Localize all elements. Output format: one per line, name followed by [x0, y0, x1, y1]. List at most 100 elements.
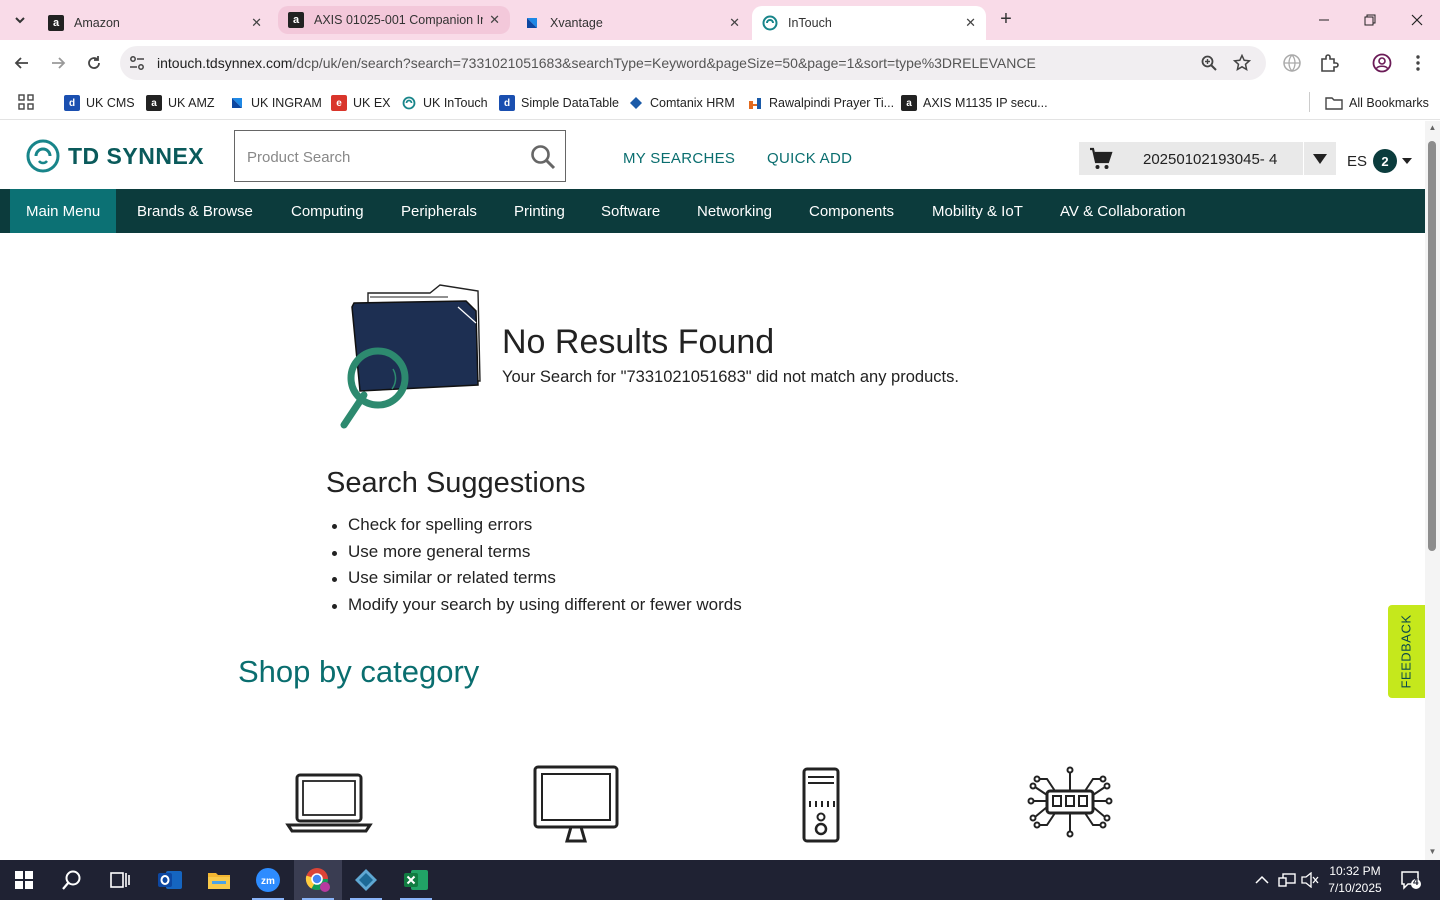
- notifications-button[interactable]: 4: [1396, 860, 1426, 900]
- forward-button[interactable]: [45, 50, 71, 76]
- cart-widget[interactable]: 20250102193045- 4: [1079, 142, 1336, 175]
- taskbar-clock[interactable]: 10:32 PM 7/10/2025: [1320, 863, 1390, 897]
- monitor-icon[interactable]: [531, 763, 621, 843]
- extensions-icon[interactable]: [1318, 52, 1340, 74]
- show-hidden-icons-button[interactable]: [1252, 860, 1272, 900]
- browser-tab-axis[interactable]: a AXIS 01025-001 Companion Inc ✕: [278, 6, 510, 34]
- apps-grid-icon[interactable]: [18, 94, 34, 110]
- product-search-input[interactable]: [247, 145, 517, 169]
- nav-software[interactable]: Software: [585, 189, 676, 233]
- minimize-icon: [1319, 19, 1329, 21]
- close-tab-icon[interactable]: ✕: [489, 12, 500, 28]
- shop-by-category-title: Shop by category: [238, 654, 480, 689]
- browser-tab-intouch[interactable]: InTouch ✕: [752, 6, 986, 40]
- td-synnex-logo[interactable]: TD SYNNEX: [26, 139, 204, 173]
- close-tab-icon[interactable]: ✕: [251, 15, 262, 31]
- notification-badge: 2: [1373, 149, 1398, 173]
- bookmark-uk-cms[interactable]: d UK CMS: [64, 93, 135, 113]
- minimize-button[interactable]: [1301, 0, 1347, 40]
- kebab-menu-icon[interactable]: [1407, 52, 1429, 74]
- network-tray-button[interactable]: [1276, 860, 1298, 900]
- datatable-icon: d: [499, 95, 515, 111]
- amazon-icon: a: [146, 95, 162, 111]
- star-icon[interactable]: [1233, 54, 1251, 72]
- bookmark-rawalpindi-prayer[interactable]: Rawalpindi Prayer Ti...: [747, 93, 894, 113]
- nav-peripherals[interactable]: Peripherals: [385, 189, 493, 233]
- chrome-app[interactable]: [294, 860, 342, 900]
- cart-id: 20250102193045- 4: [1143, 151, 1278, 168]
- close-tab-icon[interactable]: ✕: [729, 15, 740, 31]
- vpn-app[interactable]: [342, 860, 390, 900]
- task-view-button[interactable]: [96, 860, 144, 900]
- folder-icon: [1325, 97, 1343, 110]
- bookmark-uk-ex[interactable]: e UK EX: [331, 93, 391, 113]
- bookmark-axis-m1135[interactable]: a AXIS M1135 IP secu...: [901, 93, 1048, 113]
- search-icon[interactable]: [529, 143, 557, 171]
- caret-down-icon: [1313, 153, 1327, 164]
- feedback-tab[interactable]: FEEDBACK: [1388, 605, 1425, 698]
- taskbar-search-button[interactable]: [48, 860, 96, 900]
- nav-computing[interactable]: Computing: [275, 189, 380, 233]
- network-chip-icon[interactable]: [1025, 763, 1115, 843]
- my-searches-link[interactable]: MY SEARCHES: [623, 150, 735, 167]
- scroll-down-icon[interactable]: ▼: [1428, 847, 1437, 856]
- new-tab-button[interactable]: +: [994, 8, 1018, 32]
- user-menu[interactable]: ES 2: [1347, 149, 1413, 173]
- zoom-app[interactable]: zm: [244, 860, 292, 900]
- laptop-icon[interactable]: [284, 763, 374, 843]
- volume-muted-icon: [1301, 872, 1319, 888]
- restore-button[interactable]: [1347, 0, 1393, 40]
- browser-toolbar: intouch.tdsynnex.com/dcp/uk/en/search?se…: [0, 40, 1440, 86]
- nav-main-menu[interactable]: Main Menu: [10, 189, 117, 233]
- nav-brands-browse[interactable]: Brands & Browse: [121, 189, 269, 233]
- clock-date: 7/10/2025: [1328, 881, 1382, 895]
- caret-down-icon: [1402, 158, 1413, 164]
- site-settings-icon[interactable]: [128, 54, 146, 72]
- prayer-icon: [747, 95, 763, 111]
- bookmark-simple-datatable[interactable]: d Simple DataTable: [499, 93, 619, 113]
- translate-icon[interactable]: [1281, 52, 1303, 74]
- scroll-up-icon[interactable]: ▲: [1428, 123, 1437, 132]
- outlook-app[interactable]: [146, 860, 194, 900]
- bookmark-comtanix-hrm[interactable]: Comtanix HRM: [628, 93, 735, 113]
- nav-networking[interactable]: Networking: [681, 189, 788, 233]
- nav-components[interactable]: Components: [793, 189, 910, 233]
- bookmarks-bar: d UK CMS a UK AMZ UK INGRAM e UK EX UK I…: [0, 86, 1440, 120]
- page-scrollbar[interactable]: ▲ ▼: [1425, 121, 1440, 860]
- quick-add-link[interactable]: QUICK ADD: [767, 150, 852, 167]
- close-window-button[interactable]: [1394, 0, 1440, 40]
- address-bar[interactable]: intouch.tdsynnex.com/dcp/uk/en/search?se…: [120, 46, 1266, 80]
- bookmarks-separator: [1309, 92, 1310, 112]
- chrome-icon: [305, 868, 330, 892]
- tab-title: InTouch: [788, 16, 832, 30]
- ex-icon: e: [331, 95, 347, 111]
- tab-search-button[interactable]: [6, 7, 34, 33]
- desktop-tower-icon[interactable]: [776, 763, 866, 843]
- all-bookmarks-button[interactable]: All Bookmarks: [1325, 93, 1429, 113]
- volume-tray-button[interactable]: [1299, 860, 1321, 900]
- cms-icon: d: [64, 95, 80, 111]
- start-button[interactable]: [0, 860, 48, 900]
- nav-mobility-iot[interactable]: Mobility & IoT: [916, 189, 1039, 233]
- restore-icon: [1364, 14, 1376, 26]
- bookmark-uk-ingram[interactable]: UK INGRAM: [229, 93, 322, 113]
- browser-tab-xvantage[interactable]: Xvantage ✕: [514, 6, 750, 40]
- close-tab-icon[interactable]: ✕: [965, 15, 976, 31]
- back-button[interactable]: [9, 50, 35, 76]
- profile-icon[interactable]: [1371, 52, 1393, 74]
- file-explorer-app[interactable]: [195, 860, 243, 900]
- reload-button[interactable]: [81, 50, 107, 76]
- zoom-icon[interactable]: [1200, 54, 1218, 72]
- nav-printing[interactable]: Printing: [498, 189, 581, 233]
- browser-tab-amazon[interactable]: a Amazon ✕: [38, 6, 272, 40]
- outlook-icon: [158, 871, 182, 889]
- scrollbar-thumb[interactable]: [1428, 141, 1436, 551]
- cart-dropdown-button[interactable]: [1303, 142, 1336, 175]
- nav-av-collaboration[interactable]: AV & Collaboration: [1044, 189, 1202, 233]
- bookmark-uk-intouch[interactable]: UK InTouch: [401, 93, 488, 113]
- bookmark-label: UK INGRAM: [251, 96, 322, 110]
- bookmark-uk-amz[interactable]: a UK AMZ: [146, 93, 215, 113]
- url-text: intouch.tdsynnex.com/dcp/uk/en/search?se…: [157, 55, 1036, 71]
- excel-app[interactable]: [392, 860, 440, 900]
- zoom-icon: zm: [256, 868, 280, 892]
